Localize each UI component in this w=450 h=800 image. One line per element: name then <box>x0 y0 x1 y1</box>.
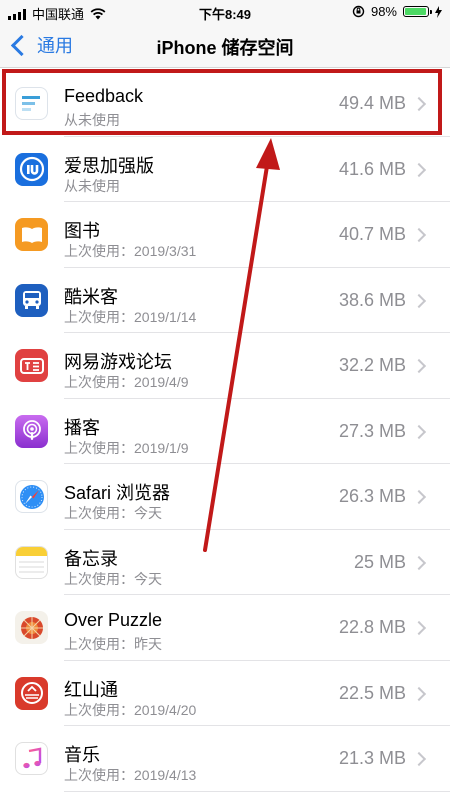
app-last-used: 从未使用 <box>64 112 120 128</box>
app-name: 图书 <box>64 221 100 241</box>
navigation-bar: 通用 iPhone 储存空间 <box>0 24 450 68</box>
app-last-used: 上次使用：2019/1/9 <box>64 439 189 456</box>
app-last-used: 上次使用：2019/3/31 <box>64 243 197 259</box>
app-row-feedback[interactable]: Feedback 从未使用 49.4 MB <box>0 71 450 137</box>
app-last-used: 上次使用：2019/4/13 <box>64 767 197 783</box>
books-icon <box>15 218 48 251</box>
app-last-used: 上次使用：2019/1/14 <box>64 308 197 325</box>
puzzle-icon <box>15 611 48 644</box>
app-size: 26.3 MB <box>338 486 406 506</box>
music-icon <box>15 742 48 775</box>
app-size: 21.3 MB <box>338 748 406 768</box>
battery-icon <box>403 6 432 17</box>
app-last-used: 上次使用：今天 <box>64 570 162 587</box>
app-name: 爱思加强版 <box>64 155 154 176</box>
forum-icon <box>15 349 48 382</box>
status-bar: 中国联通 下午8:49 98% <box>0 0 450 24</box>
app-size: 22.8 MB <box>338 617 406 637</box>
app-name: Safari 浏览器 <box>64 483 171 503</box>
row-divider <box>64 790 450 792</box>
status-right: 98% <box>352 4 442 19</box>
app-row-books[interactable]: 图书 上次使用：2019/3/31 40.7 MB <box>0 202 450 268</box>
chevron-right-icon <box>411 96 427 112</box>
app-size: 27.3 MB <box>338 420 406 441</box>
app-size: 49.4 MB <box>338 93 406 113</box>
app-row-kumike[interactable]: 酷米客 上次使用：2019/1/14 38.6 MB <box>0 268 450 333</box>
chevron-right-icon <box>411 162 427 177</box>
feedback-icon <box>15 87 48 120</box>
app-last-used: 上次使用：2019/4/20 <box>64 701 197 718</box>
app-last-used: 上次使用：昨天 <box>64 636 162 652</box>
chevron-right-icon <box>411 620 427 636</box>
page-title: iPhone 储存空间 <box>156 38 294 58</box>
app-name: 酷米客 <box>64 286 118 307</box>
chevron-right-icon <box>411 424 427 439</box>
chevron-right-icon <box>411 751 427 767</box>
app-row-hongshantong[interactable]: 红山通 上次使用：2019/4/20 22.5 MB <box>0 661 450 726</box>
chevron-right-icon <box>411 227 427 243</box>
app-row-safari[interactable]: Safari 浏览器 上次使用：今天 26.3 MB <box>0 464 450 530</box>
bus-icon <box>15 283 48 317</box>
podcasts-icon <box>15 414 48 448</box>
app-row-i4[interactable]: 爱思加强版 从未使用 41.6 MB <box>0 137 450 202</box>
battery-percent: 98% <box>370 4 397 19</box>
app-name: 音乐 <box>64 745 100 765</box>
app-row-over-puzzle[interactable]: Over Puzzle 上次使用：昨天 22.8 MB <box>0 595 450 661</box>
chevron-right-icon <box>411 293 427 308</box>
chevron-right-icon <box>411 489 427 505</box>
safari-icon <box>15 480 48 513</box>
app-row-music[interactable]: 音乐 上次使用：2019/4/13 21.3 MB <box>0 726 450 792</box>
app-name: 播客 <box>64 417 100 438</box>
hongshantong-icon <box>15 676 48 710</box>
app-name: 备忘录 <box>64 548 118 569</box>
app-name: Over Puzzle <box>64 610 163 630</box>
app-size: 32.2 MB <box>338 355 406 375</box>
app-size: 38.6 MB <box>338 289 406 310</box>
app-size: 41.6 MB <box>338 158 406 179</box>
app-name: 红山通 <box>64 679 118 700</box>
app-size: 40.7 MB <box>338 224 406 244</box>
chevron-right-icon <box>411 686 427 701</box>
app-row-netease-forum[interactable]: 网易游戏论坛 上次使用：2019/4/9 32.2 MB <box>0 333 450 399</box>
app-row-podcasts[interactable]: 播客 上次使用：2019/1/9 27.3 MB <box>0 399 450 464</box>
app-row-notes[interactable]: 备忘录 上次使用：今天 25 MB <box>0 530 450 595</box>
i4-icon <box>15 152 48 186</box>
chevron-right-icon <box>411 358 427 374</box>
app-size: 25 MB <box>353 551 406 572</box>
app-last-used: 上次使用：2019/4/9 <box>64 374 189 390</box>
app-last-used: 从未使用 <box>64 177 120 194</box>
orientation-lock-icon <box>352 5 365 18</box>
charging-icon <box>435 5 442 18</box>
app-name: 网易游戏论坛 <box>64 352 172 372</box>
app-storage-list: Feedback 从未使用 49.4 MB 爱思加强版 从未使用 41.6 MB… <box>0 71 450 792</box>
app-size: 22.5 MB <box>338 682 406 703</box>
notes-icon <box>15 545 48 579</box>
app-last-used: 上次使用：今天 <box>64 505 162 521</box>
chevron-right-icon <box>411 555 427 570</box>
app-name: Feedback <box>64 86 144 106</box>
